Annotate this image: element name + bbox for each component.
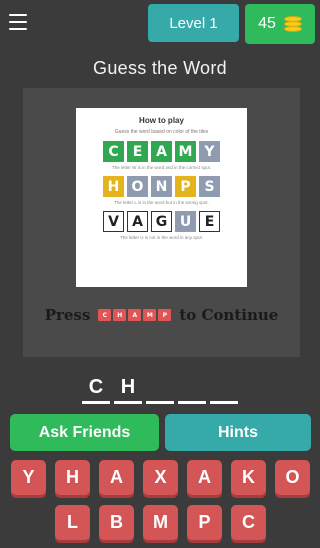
press-word-tiles: C H A M P [98,309,172,321]
how-to-play-card: How to play Guess the word based on colo… [76,108,247,287]
press-word-tile: H [113,309,127,321]
example-tile: H [103,176,124,197]
page-title: Guess the Word [93,58,227,78]
menu-icon[interactable] [9,14,27,30]
letter-key[interactable]: K [231,460,266,495]
example-tile: C [103,141,124,162]
example-row-1: C E A M Y [76,141,247,162]
example-tile: V [103,211,124,232]
answer-slot[interactable] [210,374,238,404]
example-tile: P [175,176,196,197]
ask-friends-button[interactable]: Ask Friends [10,414,159,451]
letter-key[interactable]: C [231,505,266,540]
letter-key[interactable]: L [55,505,90,540]
press-word-tile: P [158,309,172,321]
example-row-3: V A G U E [76,211,247,232]
example-row-2: H O N P S [76,176,247,197]
coins-badge[interactable]: 45 [245,4,315,44]
answer-slot[interactable]: H [114,374,142,404]
example-note-3: The letter U is not in the word in any s… [119,235,204,240]
answer-slots: C H [82,374,238,404]
letter-key[interactable]: X [143,460,178,495]
how-to-play-panel: How to play Guess the word based on colo… [23,88,300,357]
hints-button[interactable]: Hints [165,414,311,451]
press-word-tile: M [143,309,157,321]
how-to-play-title: How to play [139,116,184,125]
example-tile: A [151,141,172,162]
answer-slot[interactable] [178,374,206,404]
example-tile: E [199,211,220,232]
level-label: Level 1 [169,14,218,32]
letter-key[interactable]: P [187,505,222,540]
example-tile: A [127,211,148,232]
press-to-continue[interactable]: Press C H A M P to Continue [23,306,300,324]
example-tile: G [151,211,172,232]
example-tile: U [175,211,196,232]
example-tile: S [199,176,220,197]
answer-slot[interactable]: C [82,374,110,404]
coin-count: 45 [258,15,276,32]
how-to-play-subtitle: Guess the word based on color of the til… [114,129,209,135]
example-note-1: The letter W is in the word and in the c… [111,165,212,170]
letter-key[interactable]: A [99,460,134,495]
letter-key[interactable]: O [275,460,310,495]
letter-key[interactable]: Y [11,460,46,495]
continue-label: to Continue [179,306,279,324]
example-note-2: The letter L is in the word but in the w… [114,200,209,205]
press-label: Press [44,306,91,324]
press-word-tile: C [98,309,112,321]
letter-key[interactable]: B [99,505,134,540]
example-tile: O [127,176,148,197]
example-tile: E [127,141,148,162]
example-tile: N [151,176,172,197]
example-tile: M [175,141,196,162]
letter-key[interactable]: H [55,460,90,495]
example-tile: Y [199,141,220,162]
press-word-tile: A [128,309,142,321]
letter-key[interactable]: M [143,505,178,540]
coins-icon [283,16,302,32]
letter-key[interactable]: A [187,460,222,495]
level-badge: Level 1 [148,4,239,42]
answer-slot[interactable] [146,374,174,404]
